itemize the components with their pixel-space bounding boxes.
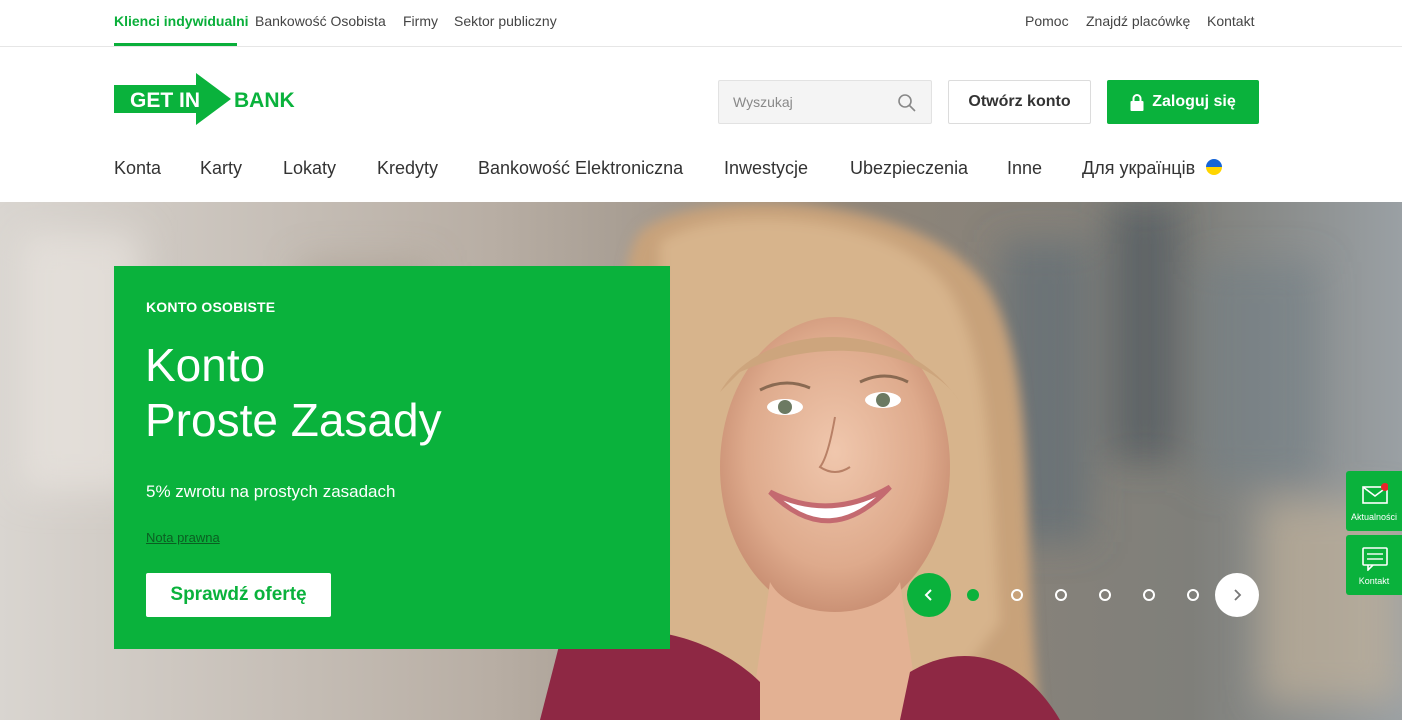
chevron-left-icon xyxy=(924,589,932,601)
nav-for-ukrainians-label: Для українців xyxy=(1082,158,1196,178)
logo-text-bank: BANK xyxy=(234,89,295,112)
promo-title-line-1: Konto xyxy=(145,339,266,391)
carousel-next-button[interactable] xyxy=(1215,573,1259,617)
active-segment-underline xyxy=(114,43,237,46)
open-account-button[interactable]: Otwórz konto xyxy=(948,80,1091,124)
logo-text-get-in: GET IN xyxy=(130,89,200,112)
nav-investments[interactable]: Inwestycje xyxy=(724,158,808,179)
nav-deposits[interactable]: Lokaty xyxy=(283,158,336,179)
segment-private-banking[interactable]: Bankowość Osobista xyxy=(255,13,386,29)
promo-title-line-2: Proste Zasady xyxy=(145,394,442,446)
carousel-dot-5[interactable] xyxy=(1143,589,1155,601)
search-box[interactable] xyxy=(718,80,932,124)
carousel-dot-1[interactable] xyxy=(967,589,979,601)
segment-individual[interactable]: Klienci indywidualni xyxy=(114,13,249,29)
nav-insurance[interactable]: Ubezpieczenia xyxy=(850,158,968,179)
chat-icon xyxy=(1362,547,1388,571)
legal-note-link[interactable]: Nota prawna xyxy=(146,530,220,545)
nav-cards[interactable]: Karty xyxy=(200,158,242,179)
carousel-dot-3[interactable] xyxy=(1055,589,1067,601)
carousel-dot-4[interactable] xyxy=(1099,589,1111,601)
envelope-icon xyxy=(1362,483,1388,504)
contact-link[interactable]: Kontakt xyxy=(1207,13,1254,29)
news-widget-label: Aktualności xyxy=(1350,512,1398,522)
top-bar: Klienci indywidualni Bankowość Osobista … xyxy=(0,0,1402,47)
search-input[interactable] xyxy=(733,94,883,110)
chevron-right-icon xyxy=(1234,589,1242,601)
promo-card: KONTO OSOBISTE Konto Proste Zasady 5% zw… xyxy=(114,266,670,649)
promo-title: Konto Proste Zasady xyxy=(145,338,442,448)
nav-e-banking[interactable]: Bankowość Elektroniczna xyxy=(478,158,683,179)
main-navigation: Konta Karty Lokaty Kredyty Bankowość Ele… xyxy=(0,148,1402,188)
lock-icon xyxy=(1130,93,1144,111)
help-link[interactable]: Pomoc xyxy=(1025,13,1069,29)
login-label: Zaloguj się xyxy=(1152,93,1236,110)
carousel-dot-2[interactable] xyxy=(1011,589,1023,601)
segment-public-sector[interactable]: Sektor publiczny xyxy=(454,13,557,29)
nav-for-ukrainians[interactable]: Для українців xyxy=(1082,158,1223,179)
promo-description: 5% zwrotu na prostych zasadach xyxy=(146,482,396,501)
check-offer-button[interactable]: Sprawdź ofertę xyxy=(146,573,331,617)
nav-loans[interactable]: Kredyty xyxy=(377,158,438,179)
contact-widget[interactable]: Kontakt xyxy=(1346,535,1402,595)
carousel-dot-6[interactable] xyxy=(1187,589,1199,601)
nav-other[interactable]: Inne xyxy=(1007,158,1042,179)
bank-logo[interactable]: GET IN BANK xyxy=(114,73,304,125)
news-widget[interactable]: Aktualności xyxy=(1346,471,1402,531)
login-button[interactable]: Zaloguj się xyxy=(1107,80,1259,124)
contact-widget-label: Kontakt xyxy=(1358,576,1390,586)
promo-kicker: KONTO OSOBISTE xyxy=(146,299,276,315)
ukraine-flag-icon xyxy=(1206,159,1223,175)
search-icon[interactable] xyxy=(897,93,917,113)
find-branch-link[interactable]: Znajdź placówkę xyxy=(1086,13,1190,29)
carousel-prev-button[interactable] xyxy=(907,573,951,617)
nav-accounts[interactable]: Konta xyxy=(114,158,161,179)
segment-business[interactable]: Firmy xyxy=(403,13,438,29)
